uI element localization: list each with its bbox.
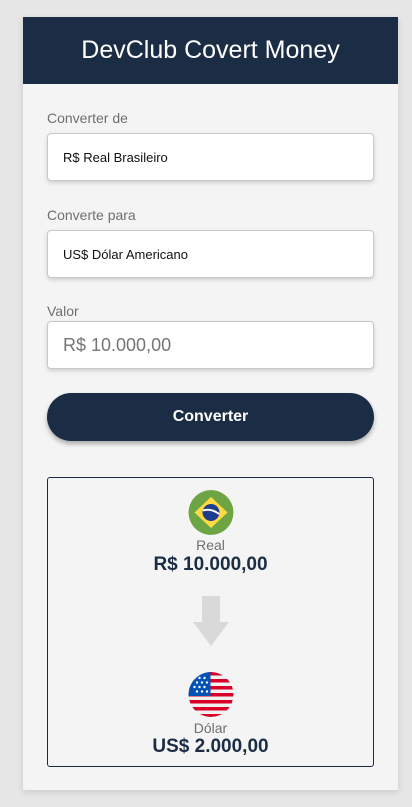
result-panel: Real R$ 10.000,00 Dólar US$ 2.000,00 [47, 477, 374, 767]
to-amount: US$ 2.000,00 [152, 736, 269, 757]
to-currency-value: US$ Dólar Americano [63, 246, 188, 262]
from-currency-name: Real [196, 537, 225, 553]
to-label: Converte para [47, 207, 136, 223]
amount-label: Valor [47, 303, 79, 319]
converter-card: DevClub Covert Money Converter de R$ Rea… [23, 17, 398, 790]
from-currency-value: R$ Real Brasileiro [63, 149, 168, 165]
to-currency-select[interactable]: US$ Dólar Americano [47, 230, 374, 278]
app-header: DevClub Covert Money [23, 17, 398, 84]
from-label: Converter de [47, 110, 128, 126]
brazil-flag-icon [188, 490, 233, 535]
convert-button[interactable]: Converter [47, 393, 374, 441]
arrow-down-icon [191, 596, 231, 650]
usa-flag-icon [188, 672, 233, 717]
from-currency-select[interactable]: R$ Real Brasileiro [47, 133, 374, 181]
app-title: DevClub Covert Money [81, 36, 340, 64]
amount-input[interactable] [47, 321, 374, 369]
to-currency-name: Dólar [193, 720, 228, 736]
from-amount: R$ 10.000,00 [153, 554, 268, 575]
